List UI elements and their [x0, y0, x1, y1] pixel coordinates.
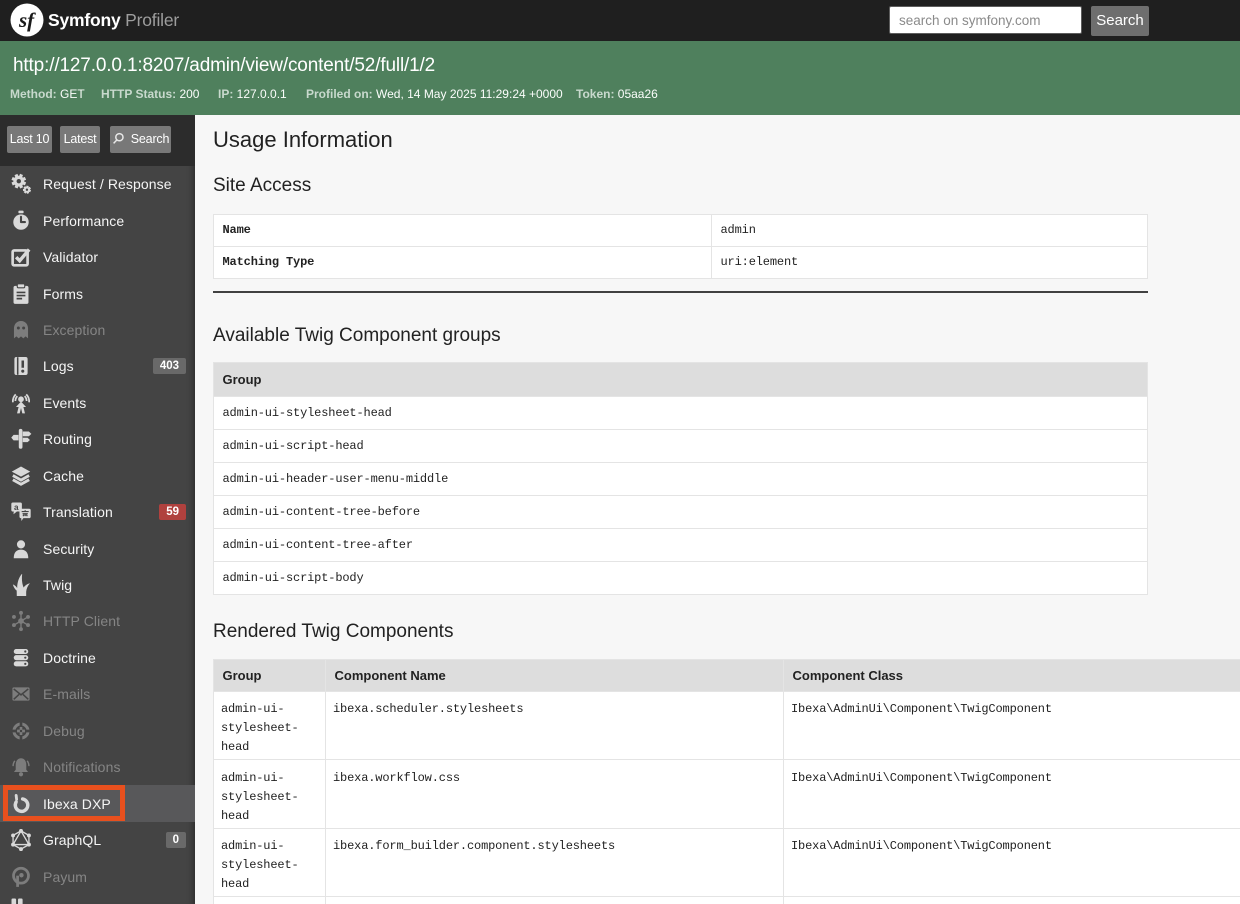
svg-text:a: a — [14, 503, 19, 512]
svg-text:sf: sf — [18, 8, 36, 32]
